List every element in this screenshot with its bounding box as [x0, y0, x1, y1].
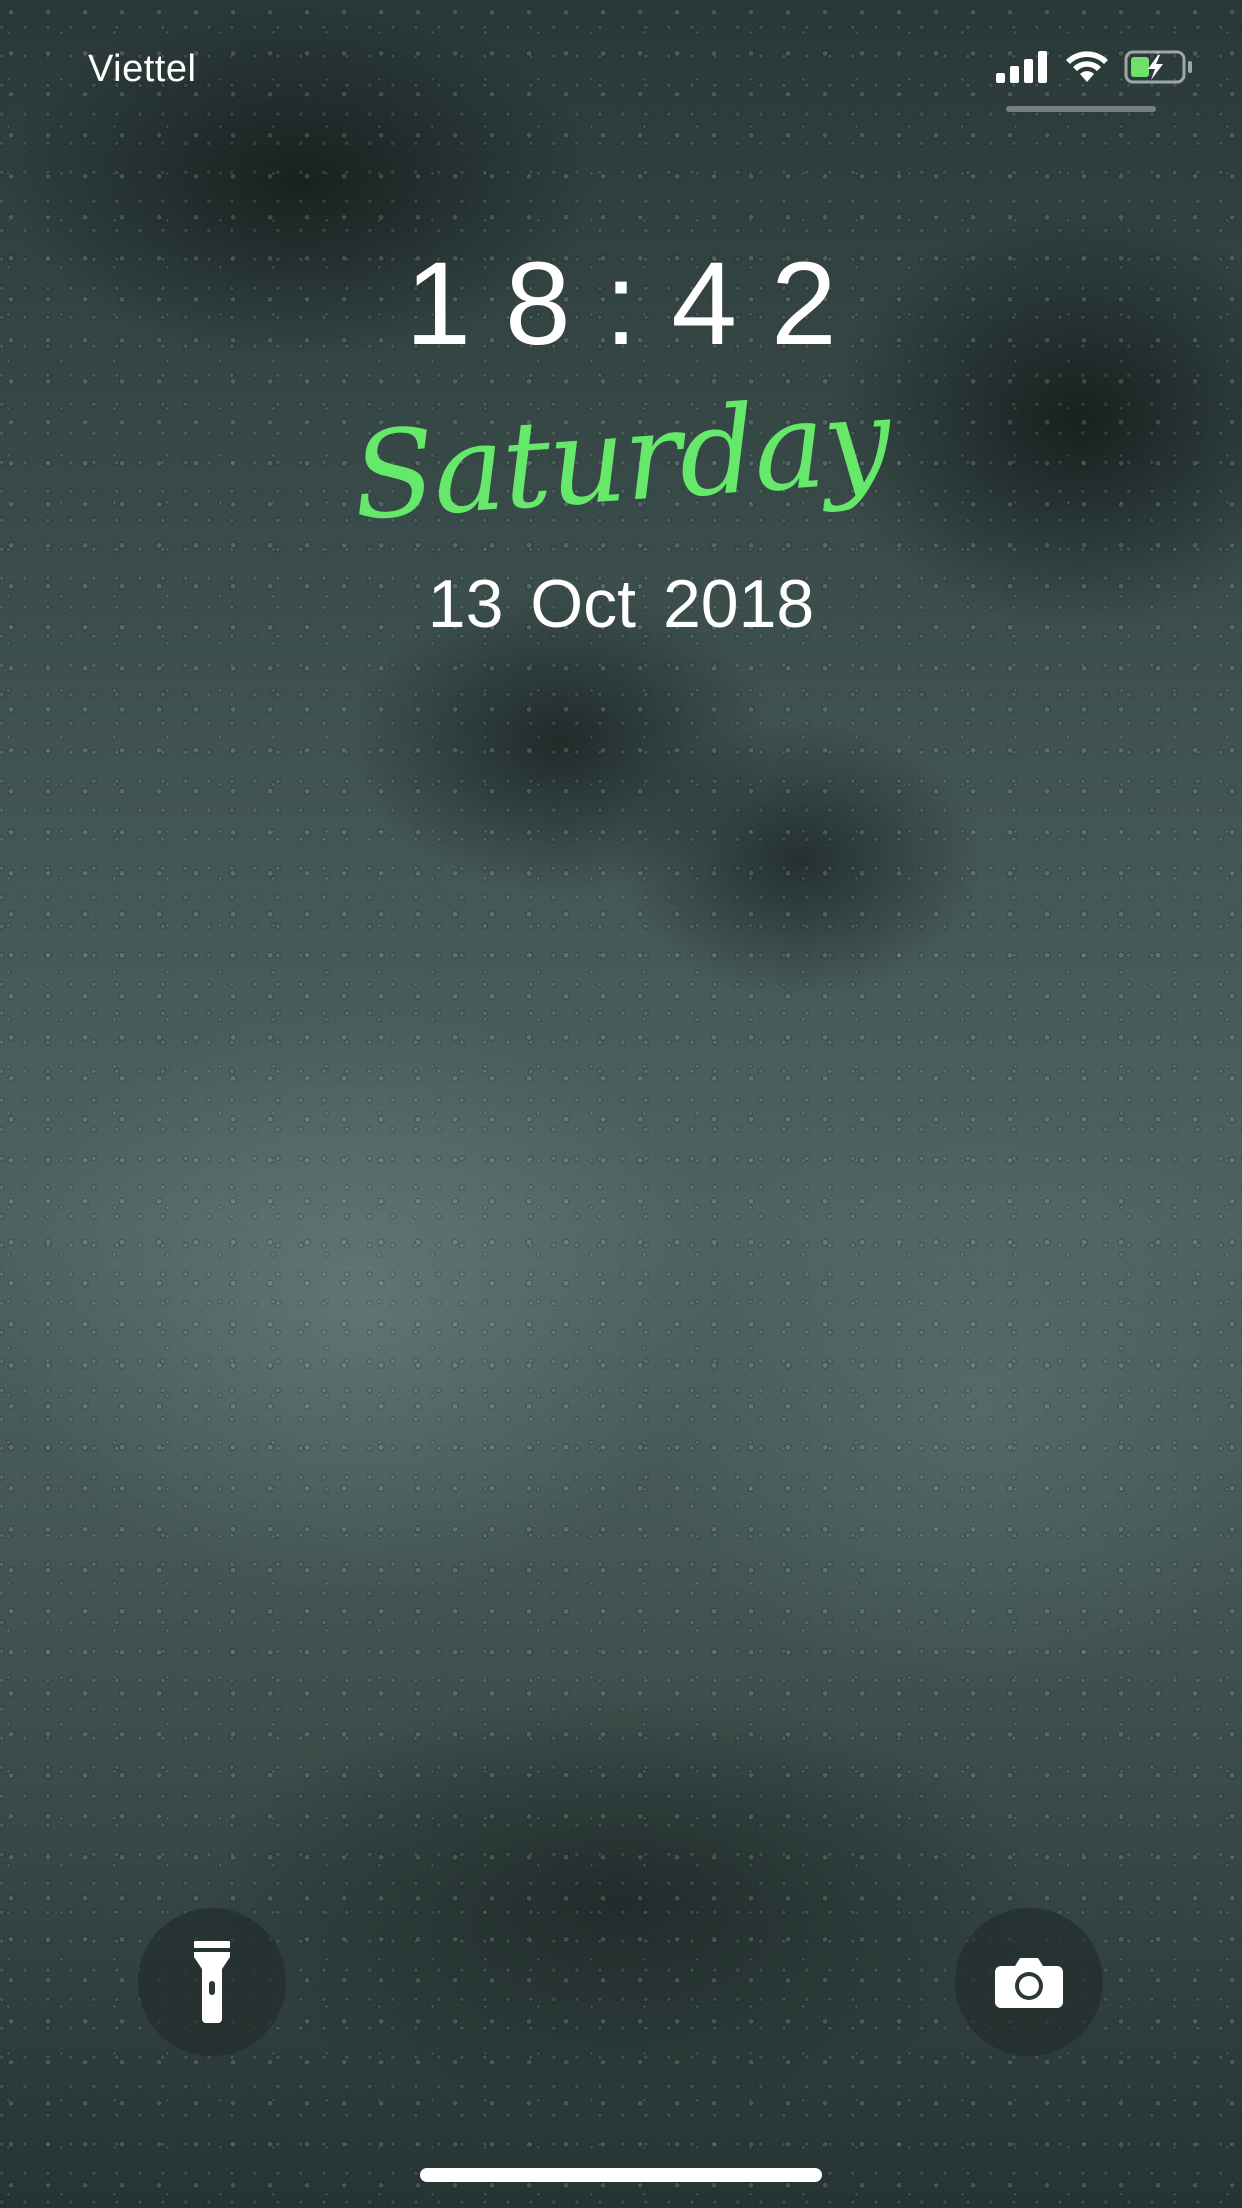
weekday-label: Saturday	[348, 371, 894, 548]
home-indicator[interactable]	[420, 2168, 822, 2182]
wifi-icon	[1066, 51, 1108, 82]
camera-icon	[995, 1958, 1063, 2008]
cellular-signal-icon	[996, 51, 1047, 83]
lock-screen: Viettel 18:42 Saturday 13 Oct 2018	[0, 0, 1242, 2208]
status-bar: Viettel	[0, 0, 1242, 140]
flashlight-icon	[194, 1941, 230, 2023]
status-underline	[1006, 106, 1156, 112]
flashlight-button[interactable]	[138, 1908, 286, 2056]
carrier-name: Viettel	[88, 48, 197, 90]
status-icons	[996, 50, 1194, 84]
lock-clock: 18:42	[405, 238, 871, 370]
camera-button[interactable]	[955, 1908, 1103, 2056]
date-label: 13 Oct 2018	[427, 566, 815, 642]
battery-charging-icon	[1124, 50, 1192, 84]
